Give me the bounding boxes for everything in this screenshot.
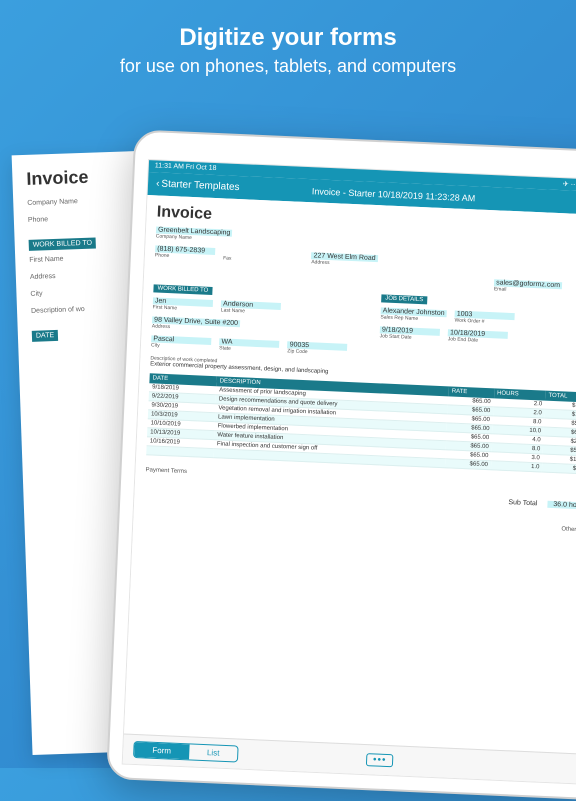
subtotal-hours: 36.0 hours (547, 501, 576, 510)
status-right: ✈ ⋯ ☾ 50% ▢ (563, 180, 576, 190)
back-button[interactable]: ‹ Starter Templates (156, 178, 240, 193)
more-button[interactable]: ••• (366, 753, 394, 767)
view-toggle: Form List (133, 741, 239, 763)
app-title: Invoice - Starter 10/18/2019 11:23:28 AM (312, 186, 476, 203)
line-items-table: DATE DESCRIPTION RATE HOURS TOTAL 9/18/2… (146, 373, 576, 474)
tablet-device: 11:31 AM Fri Oct 18 ✈ ⋯ ☾ 50% ▢ ‹ Starte… (106, 129, 576, 800)
hero-banner: Digitize your forms for use on phones, t… (0, 0, 576, 127)
billed-section-title: WORK BILLED TO (153, 284, 212, 295)
status-left: 11:31 AM Fri Oct 18 (155, 162, 217, 173)
tab-form[interactable]: Form (134, 742, 189, 759)
back-label: Starter Templates (161, 179, 240, 193)
bg-section: WORK BILLED TO (29, 238, 97, 251)
bg-section: DATE (32, 330, 59, 342)
hero-subtitle: for use on phones, tablets, and computer… (20, 56, 556, 77)
tab-list[interactable]: List (189, 744, 238, 761)
job-section-title: JOB DETAILS (381, 294, 427, 304)
hero-title: Digitize your forms (20, 24, 556, 52)
otherfees-label: Other Fees (144, 508, 576, 534)
chevron-left-icon: ‹ (156, 178, 160, 189)
tablet-screen: 11:31 AM Fri Oct 18 ✈ ⋯ ☾ 50% ▢ ‹ Starte… (123, 160, 576, 784)
subtotal-label: Sub Total (508, 499, 537, 507)
invoice-document[interactable]: Invoice Greenbelt LandscapingCompany Nam… (124, 195, 576, 754)
